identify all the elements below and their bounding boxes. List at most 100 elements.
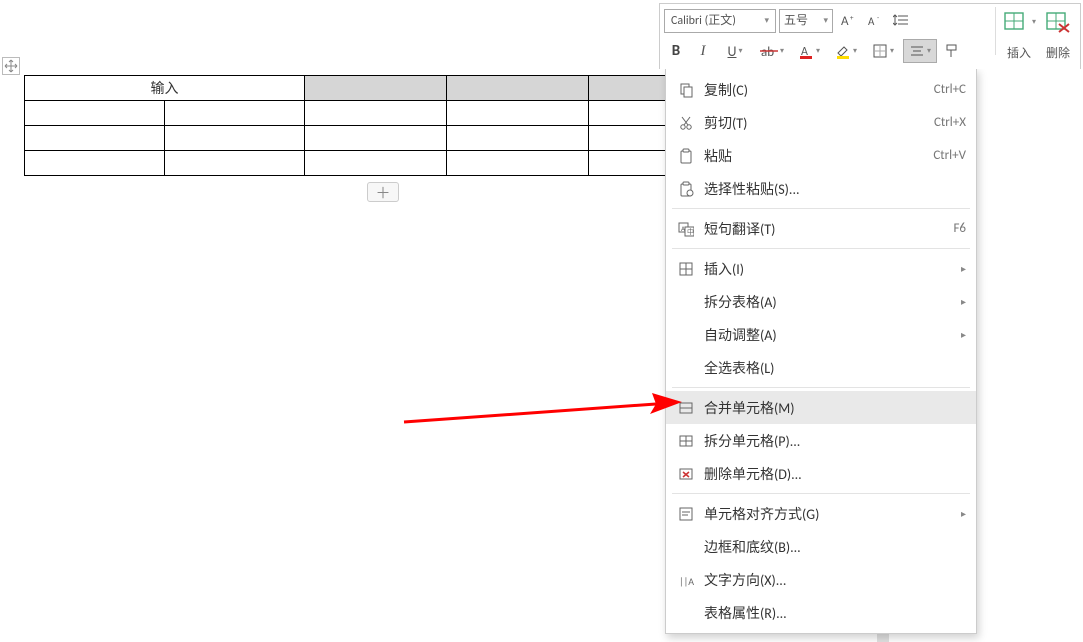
menu-split-table[interactable]: 拆分表格(A) ▸	[666, 285, 976, 318]
table-cell[interactable]: 输入	[25, 76, 305, 101]
add-row-button[interactable]: ＋	[367, 182, 399, 202]
cell-align-icon	[674, 506, 698, 522]
align-button[interactable]: ▾	[903, 39, 937, 63]
table-cell[interactable]	[165, 101, 305, 126]
insert-button[interactable]: ▾ 插入	[998, 7, 1040, 61]
menu-paste-special[interactable]: 选择性粘贴(S)...	[666, 172, 976, 205]
table-cell[interactable]	[305, 126, 447, 151]
underline-button[interactable]: U▾	[718, 39, 752, 63]
menu-select-table[interactable]: 全选表格(L)	[666, 351, 976, 384]
table-cell-selected[interactable]	[305, 76, 447, 101]
menu-cell-align-label: 单元格对齐方式(G)	[698, 504, 953, 524]
shrink-font-icon: A-	[866, 12, 884, 30]
menu-copy-label: 复制(C)	[698, 80, 926, 100]
menu-translate-accel: F6	[945, 221, 966, 236]
menu-autofit[interactable]: 自动调整(A) ▸	[666, 318, 976, 351]
table-cell[interactable]	[305, 101, 447, 126]
copy-icon	[674, 82, 698, 98]
table-cell[interactable]	[25, 101, 165, 126]
table-cell-selected[interactable]	[447, 76, 589, 101]
table-cell[interactable]	[165, 151, 305, 176]
menu-merge-cells[interactable]: 合并单元格(M)	[666, 391, 976, 424]
table-row[interactable]: 输入	[25, 76, 731, 101]
font-size-combo[interactable]: 五号 ▾	[779, 9, 833, 33]
menu-copy-accel: Ctrl+C	[926, 82, 966, 97]
menu-autofit-label: 自动调整(A)	[698, 325, 953, 345]
table-delete-icon	[1044, 10, 1072, 34]
menu-paste-special-label: 选择性粘贴(S)...	[698, 179, 966, 199]
menu-insert[interactable]: 插入(I) ▸	[666, 252, 976, 285]
table-row[interactable]	[25, 151, 731, 176]
grow-font-button[interactable]: A+	[836, 9, 860, 33]
split-cells-icon	[674, 433, 698, 449]
menu-table-props[interactable]: 表格属性(R)...	[666, 596, 976, 629]
align-icon	[909, 43, 925, 59]
chevron-down-icon: ▾	[927, 46, 931, 56]
context-menu: 复制(C) Ctrl+C 剪切(T) Ctrl+X 粘贴 Ctrl+V 选择性粘…	[665, 68, 977, 634]
highlight-icon	[835, 43, 851, 59]
font-name-combo[interactable]: Calibri (正文) ▾	[664, 9, 776, 33]
table-cell[interactable]	[305, 151, 447, 176]
underline-icon: U	[728, 43, 737, 60]
menu-borders-shading[interactable]: 边框和底纹(B)...	[666, 530, 976, 563]
submenu-arrow-icon: ▸	[953, 507, 966, 520]
menu-text-direction-label: 文字方向(X)...	[698, 570, 966, 590]
svg-text:中: 中	[687, 227, 694, 236]
submenu-arrow-icon: ▸	[953, 328, 966, 341]
menu-paste-label: 粘贴	[698, 146, 925, 166]
menu-cut-accel: Ctrl+X	[926, 115, 966, 130]
chevron-down-icon: ▾	[738, 46, 742, 56]
table-row[interactable]	[25, 126, 731, 151]
table-cell[interactable]	[25, 151, 165, 176]
chevron-down-icon: ▾	[816, 46, 820, 56]
menu-translate[interactable]: A中 短句翻译(T) F6	[666, 212, 976, 245]
highlight-button[interactable]: ▾	[829, 39, 863, 63]
cut-icon	[674, 115, 698, 131]
menu-cut-label: 剪切(T)	[698, 113, 926, 133]
toolbar-separator	[995, 7, 996, 55]
table-cell[interactable]	[447, 101, 589, 126]
table-cell[interactable]	[447, 126, 589, 151]
line-spacing-icon	[893, 12, 911, 30]
menu-cut[interactable]: 剪切(T) Ctrl+X	[666, 106, 976, 139]
svg-text:A: A	[841, 14, 849, 29]
mini-toolbar: Calibri (正文) ▾ 五号 ▾ A+ A- B I U▾ ab ▾ A	[659, 3, 1081, 69]
strikethrough-button[interactable]: ab ▾	[755, 39, 789, 63]
translate-icon: A中	[674, 221, 698, 237]
menu-text-direction[interactable]: ||A 文字方向(X)...	[666, 563, 976, 596]
menu-delete-cells-label: 删除单元格(D)...	[698, 464, 966, 484]
menu-merge-cells-label: 合并单元格(M)	[698, 398, 966, 418]
italic-icon: I	[701, 43, 706, 60]
word-table[interactable]: 输入	[24, 75, 731, 176]
bold-button[interactable]: B	[664, 39, 688, 63]
borders-button[interactable]: ▾	[866, 39, 900, 63]
format-painter-button[interactable]	[940, 39, 964, 63]
delete-cells-icon	[674, 466, 698, 482]
italic-button[interactable]: I	[691, 39, 715, 63]
table-cell[interactable]	[447, 151, 589, 176]
submenu-arrow-icon: ▸	[953, 295, 966, 308]
table-row[interactable]	[25, 101, 731, 126]
table-cell[interactable]	[25, 126, 165, 151]
shrink-font-button[interactable]: A-	[863, 9, 887, 33]
delete-button[interactable]: 删除	[1040, 7, 1076, 61]
text-direction-icon: ||A	[674, 572, 698, 588]
svg-text:+: +	[850, 13, 854, 22]
grow-font-icon: A+	[839, 12, 857, 30]
font-color-button[interactable]: A ▾	[792, 39, 826, 63]
menu-delete-cells[interactable]: 删除单元格(D)...	[666, 457, 976, 490]
table-move-handle[interactable]	[2, 57, 20, 75]
table-cell[interactable]	[165, 126, 305, 151]
move-icon	[4, 59, 18, 73]
menu-cell-align[interactable]: 单元格对齐方式(G) ▸	[666, 497, 976, 530]
menu-insert-label: 插入(I)	[698, 259, 953, 279]
svg-text:-: -	[877, 13, 879, 22]
menu-paste[interactable]: 粘贴 Ctrl+V	[666, 139, 976, 172]
svg-text:A: A	[868, 15, 875, 28]
line-spacing-button[interactable]	[890, 9, 914, 33]
menu-copy[interactable]: 复制(C) Ctrl+C	[666, 73, 976, 106]
menu-split-table-label: 拆分表格(A)	[698, 292, 953, 312]
menu-split-cells[interactable]: 拆分单元格(P)...	[666, 424, 976, 457]
menu-table-props-label: 表格属性(R)...	[698, 603, 966, 623]
table-icon	[674, 261, 698, 277]
